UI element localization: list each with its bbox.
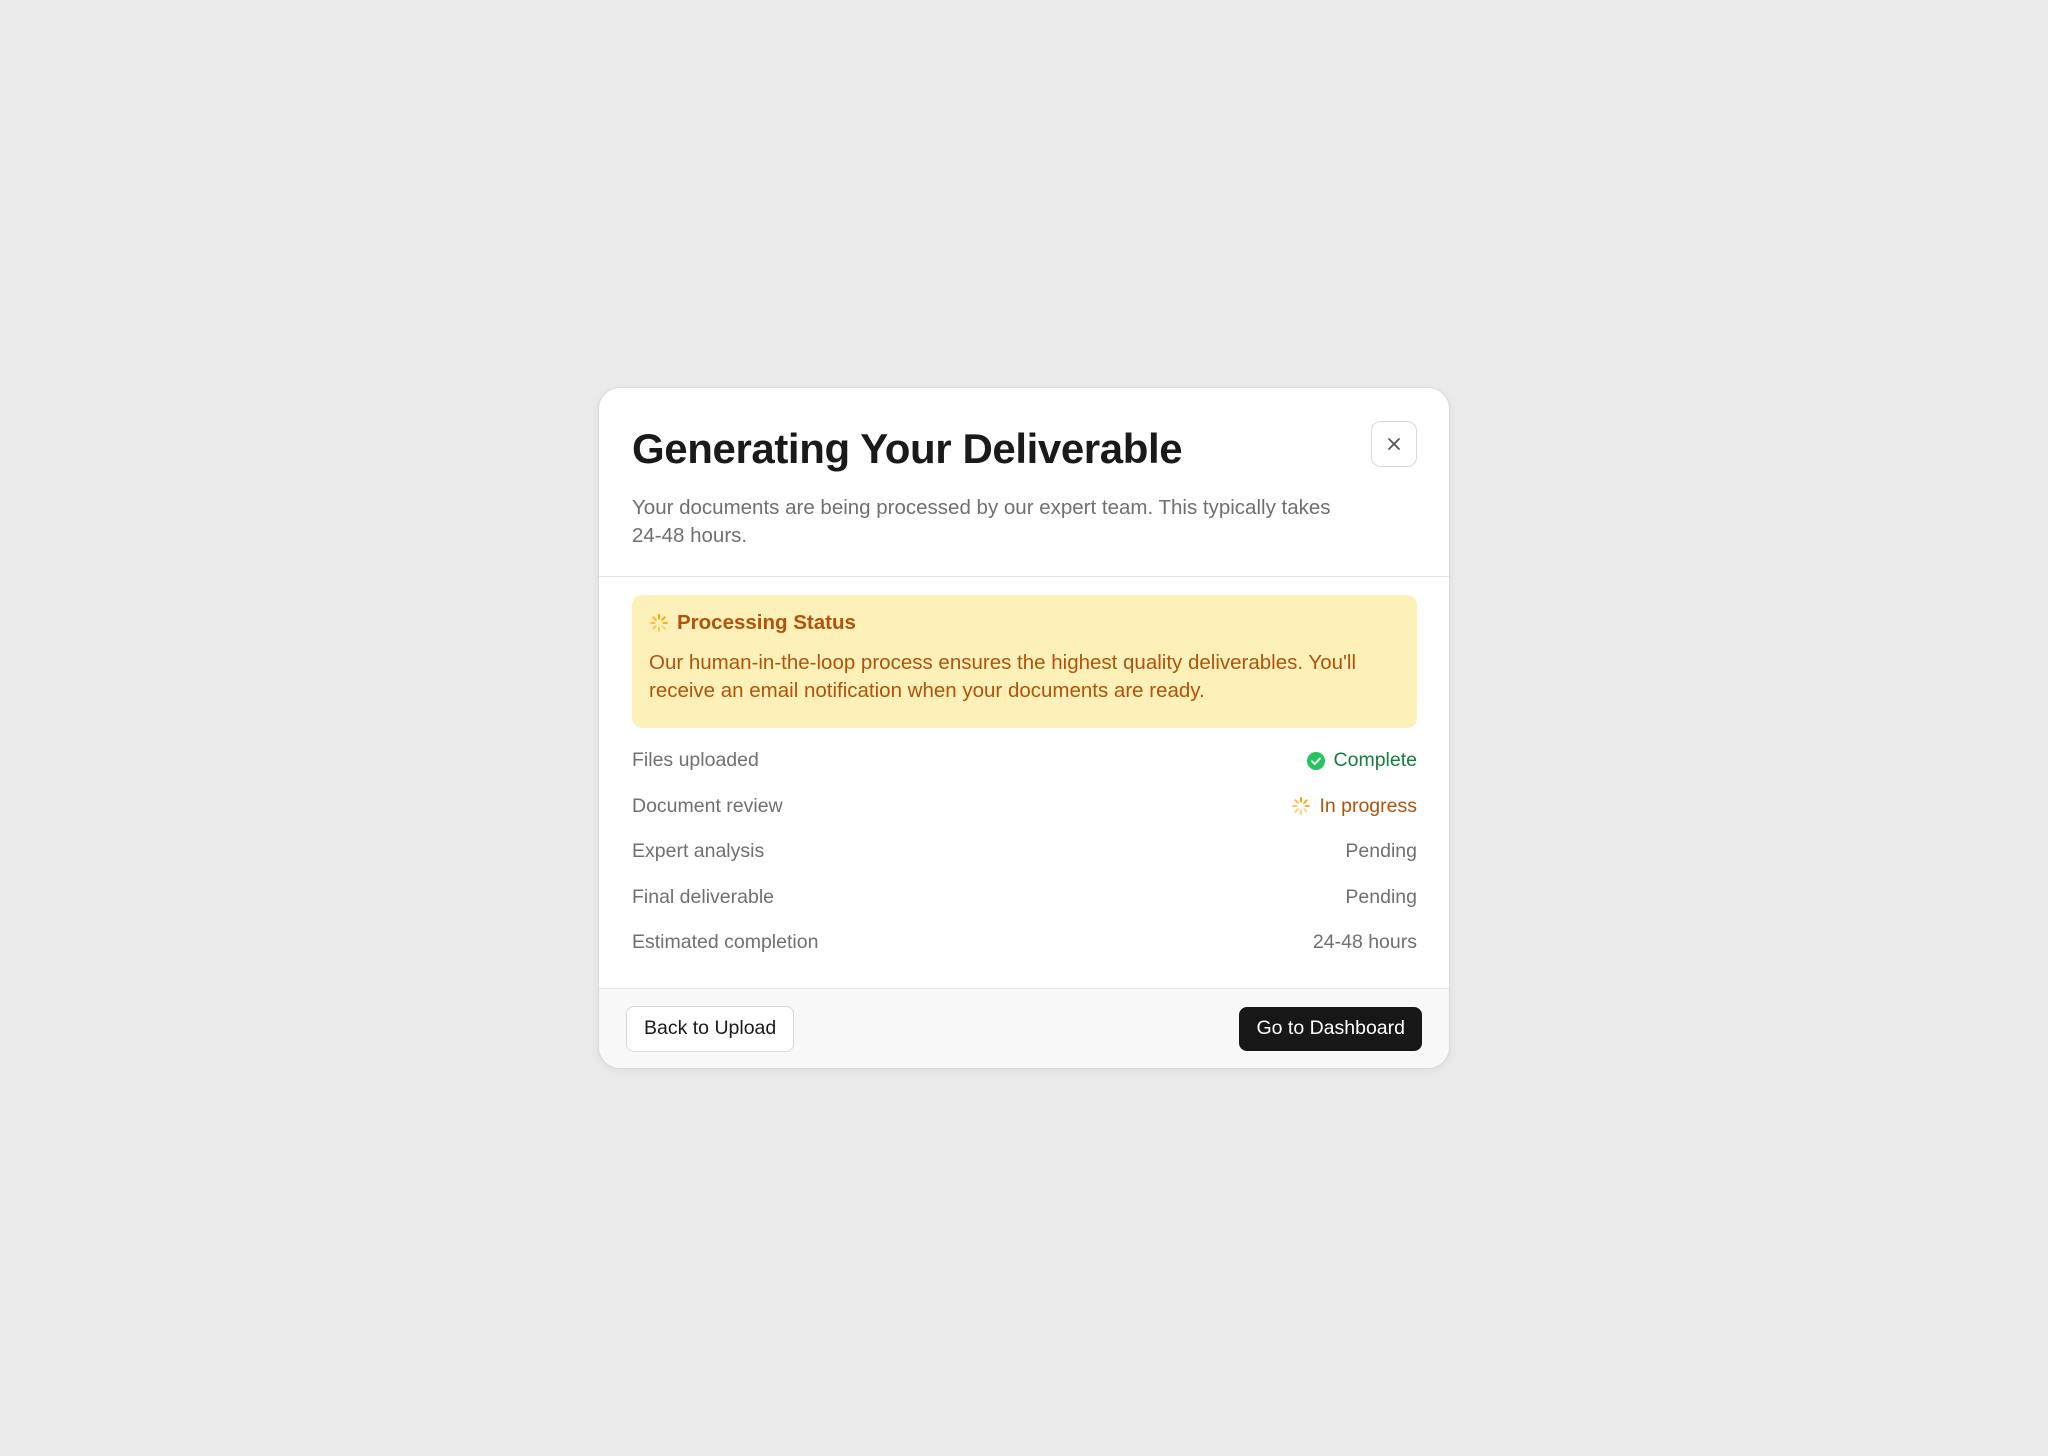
status-value-text: Complete [1333, 749, 1417, 772]
modal-title: Generating Your Deliverable [632, 425, 1183, 472]
check-circle-icon [1306, 751, 1325, 770]
status-row-final-deliverable: Final deliverable Pending [632, 875, 1417, 921]
status-value-text: In progress [1319, 794, 1417, 817]
modal-header: Generating Your Deliverable Your documen… [599, 388, 1449, 577]
status-row-files-uploaded: Files uploaded Complete [632, 738, 1417, 784]
status-label: Estimated completion [632, 931, 819, 954]
modal-footer: Back to Upload Go to Dashboard [599, 988, 1449, 1068]
status-value-text: Pending [1345, 840, 1417, 863]
alert-text: Our human-in-the-loop process ensures th… [649, 651, 1357, 702]
status-row-estimated-completion: Estimated completion 24-48 hours [632, 920, 1417, 966]
status-row-expert-analysis: Expert analysis Pending [632, 829, 1417, 875]
processing-status-alert: Processing Status Our human-in-the-loop … [632, 595, 1417, 728]
status-value: In progress [1291, 795, 1417, 818]
status-label: Final deliverable [632, 885, 774, 908]
status-label: Expert analysis [632, 840, 765, 863]
spinner-icon [1292, 797, 1311, 816]
status-value-text: 24-48 hours [1312, 931, 1417, 954]
alert-header: Processing Status [649, 611, 1400, 635]
go-to-dashboard-button[interactable]: Go to Dashboard [1239, 1006, 1422, 1051]
back-to-upload-button[interactable]: Back to Upload [626, 1005, 795, 1052]
alert-title: Processing Status [677, 611, 856, 634]
modal-subtitle: Your documents are being processed by ou… [632, 496, 1331, 548]
close-button[interactable] [1371, 421, 1417, 467]
close-icon [1388, 438, 1400, 450]
status-row-document-review: Document review In progress [632, 784, 1417, 830]
spinner-icon [650, 614, 668, 632]
status-value-text: Pending [1345, 885, 1417, 908]
deliverable-modal: Generating Your Deliverable Your documen… [598, 387, 1450, 1069]
status-label: Document review [632, 794, 783, 817]
status-list: Files uploaded Complete Document review [632, 738, 1417, 966]
status-value: Complete [1306, 749, 1417, 772]
modal-body: Processing Status Our human-in-the-loop … [599, 577, 1449, 988]
status-label: Files uploaded [632, 749, 759, 772]
